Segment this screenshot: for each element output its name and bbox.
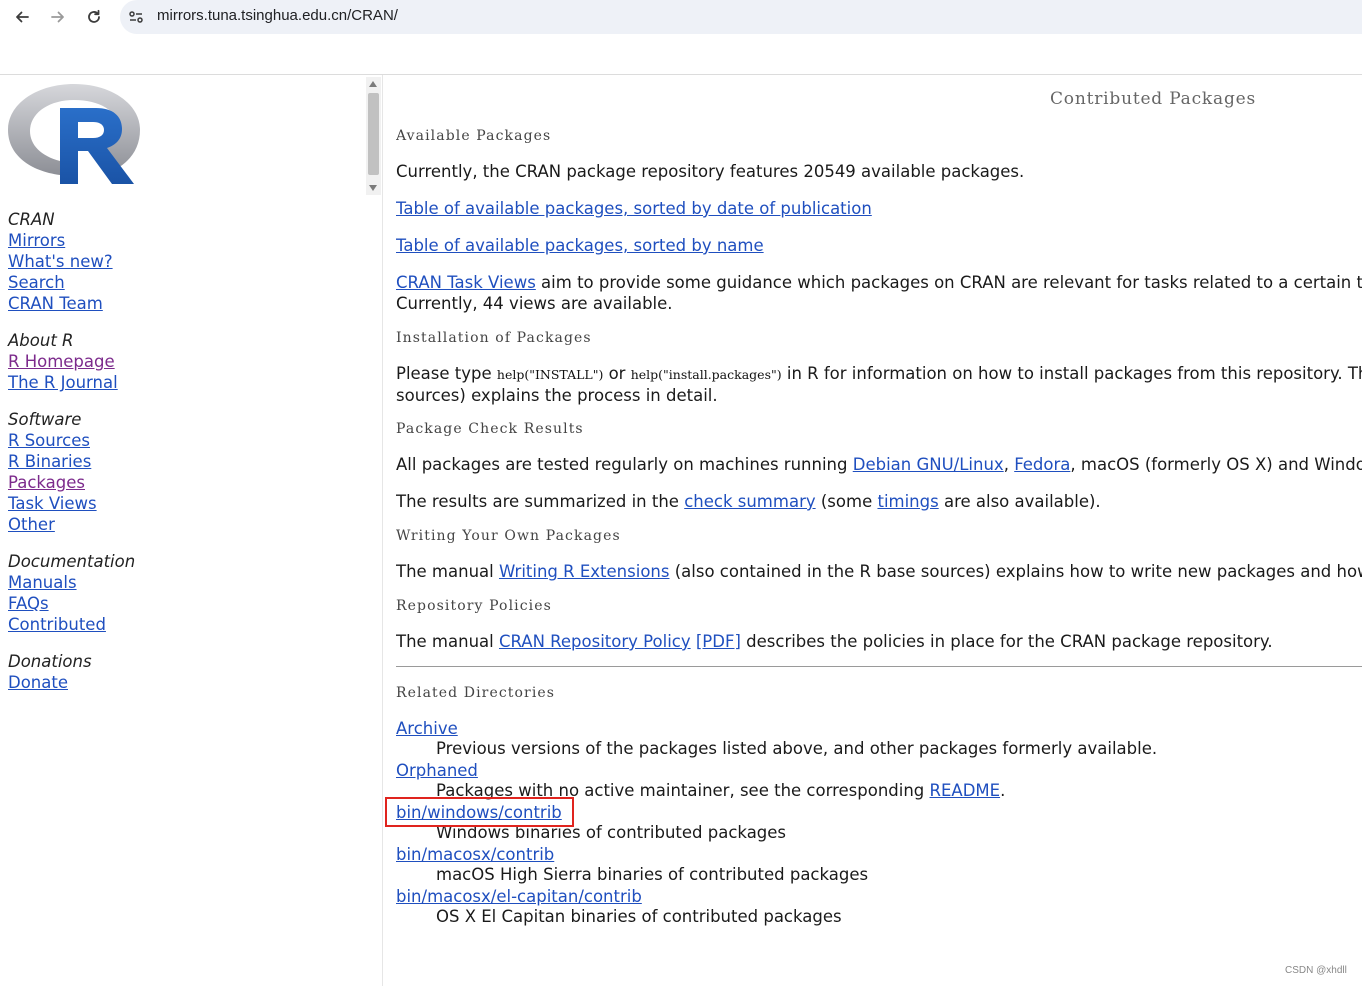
nav-heading-documentation: Documentation [8, 552, 136, 571]
left-frame: CRAN Mirrors What's new? Search CRAN Tea… [0, 75, 383, 986]
check-text-1: All packages are tested regularly on mac… [396, 455, 853, 474]
link-packages-by-name[interactable]: Table of available packages, sorted by n… [396, 236, 764, 255]
check-comma: , [1003, 455, 1015, 474]
install-text-3: in R for information on how to install p… [781, 364, 1362, 383]
nav-link-r-homepage[interactable]: R Homepage [8, 351, 115, 372]
install-text-1: Please type [396, 364, 497, 383]
nav-link-packages[interactable]: Packages [8, 472, 85, 493]
archive-description: Previous versions of the packages listed… [436, 739, 1158, 758]
views-count-text: Currently, 44 views are available. [396, 294, 673, 313]
task-views-text: aim to provide some guidance which packa… [535, 273, 1362, 292]
nav-heading-software: Software [8, 410, 82, 429]
r-logo[interactable] [8, 83, 140, 187]
heading-writing-packages: Writing Your Own Packages [396, 528, 621, 544]
writing-text-2: (also contained in the R base sources) e… [674, 562, 1362, 581]
writing-text-1: The manual [396, 562, 499, 581]
heading-repository-policies: Repository Policies [396, 598, 552, 614]
link-policy-pdf[interactable]: [PDF] [696, 632, 741, 651]
heading-check-results: Package Check Results [396, 421, 584, 437]
package-count-text: Currently, the CRAN package repository f… [396, 162, 1025, 181]
link-readme[interactable]: README [930, 781, 1001, 800]
nav-heading-cran: CRAN [8, 210, 55, 229]
heading-available-packages: Available Packages [396, 128, 552, 144]
scroll-down-icon[interactable] [369, 185, 377, 191]
nav-link-r-sources[interactable]: R Sources [8, 430, 90, 451]
el-capitan-binaries-description: OS X El Capitan binaries of contributed … [436, 907, 842, 926]
link-repository-policy[interactable]: CRAN Repository Policy [499, 632, 691, 651]
nav-heading-donations: Donations [8, 652, 92, 671]
main-content: Contributed Packages Available Packages … [396, 75, 1362, 986]
url-text[interactable]: mirrors.tuna.tsinghua.edu.cn/CRAN/ [157, 7, 398, 24]
link-timings[interactable]: timings [877, 492, 938, 511]
check-summary-paragraph: The results are summarized in the check … [396, 491, 1101, 512]
link-orphaned[interactable]: Orphaned [396, 761, 478, 780]
forward-arrow-icon [51, 11, 64, 23]
code-help-install-packages: help("install.packages") [630, 367, 782, 382]
nav-link-manuals[interactable]: Manuals [8, 572, 77, 593]
page-title: Contributed Packages [1050, 89, 1257, 109]
forward-button[interactable] [45, 4, 71, 30]
link-writing-r-extensions[interactable]: Writing R Extensions [499, 562, 669, 581]
install-text-2: or [603, 364, 631, 383]
writing-paragraph: The manual Writing R Extensions (also co… [396, 561, 1362, 582]
nav-link-r-journal[interactable]: The R Journal [8, 372, 118, 393]
nav-link-r-binaries[interactable]: R Binaries [8, 451, 91, 472]
task-views-paragraph: CRAN Task Views aim to provide some guid… [396, 272, 1362, 314]
link-check-summary[interactable]: check summary [684, 492, 815, 511]
nav-link-whats-new[interactable]: What's new? [8, 251, 113, 272]
browser-toolbar: mirrors.tuna.tsinghua.edu.cn/CRAN/ [0, 0, 1362, 36]
code-help-install: help("INSTALL") [496, 367, 604, 382]
macos-binaries-description: macOS High Sierra binaries of contribute… [436, 865, 869, 884]
annotation-highlight-box [385, 797, 574, 827]
scroll-up-icon[interactable] [369, 81, 377, 87]
back-button[interactable] [9, 4, 35, 30]
link-cran-task-views[interactable]: CRAN Task Views [396, 273, 536, 292]
scrollbar-thumb[interactable] [368, 93, 379, 175]
summary-text-3: are also available). [938, 492, 1101, 511]
horizontal-rule [396, 666, 1362, 667]
nav-link-other[interactable]: Other [8, 514, 55, 535]
back-arrow-icon [16, 11, 29, 23]
heading-installation: Installation of Packages [396, 330, 592, 346]
address-bar[interactable]: mirrors.tuna.tsinghua.edu.cn/CRAN/ [120, 0, 1362, 34]
site-info-icon[interactable] [128, 9, 144, 25]
policies-text-1: The manual [396, 632, 499, 651]
installation-paragraph: Please type help("INSTALL") or help("ins… [396, 363, 1362, 406]
link-bin-macosx-contrib[interactable]: bin/macosx/contrib [396, 845, 554, 864]
nav-link-cran-team[interactable]: CRAN Team [8, 293, 103, 314]
link-fedora[interactable]: Fedora [1014, 455, 1070, 474]
nav-link-donate[interactable]: Donate [8, 672, 68, 693]
reload-icon [88, 9, 100, 23]
nav-link-faqs[interactable]: FAQs [8, 593, 49, 614]
check-text-2: , macOS (formerly OS X) and Windows. [1070, 455, 1362, 474]
heading-related-directories: Related Directories [396, 685, 556, 701]
nav-heading-about-r: About R [8, 331, 74, 350]
watermark: CSDN @xhdll [1285, 965, 1347, 976]
nav-link-search[interactable]: Search [8, 272, 65, 293]
link-archive[interactable]: Archive [396, 719, 458, 738]
link-packages-by-date[interactable]: Table of available packages, sorted by d… [396, 199, 872, 218]
check-platforms-paragraph: All packages are tested regularly on mac… [396, 454, 1362, 475]
nav-link-task-views[interactable]: Task Views [8, 493, 97, 514]
left-frame-scrollbar[interactable] [366, 77, 381, 195]
reload-button[interactable] [81, 4, 107, 30]
summary-text-2: (some [815, 492, 878, 511]
side-navigation: CRAN Mirrors What's new? Search CRAN Tea… [8, 209, 135, 693]
policies-paragraph: The manual CRAN Repository Policy [PDF] … [396, 631, 1273, 652]
summary-text-1: The results are summarized in the [396, 492, 685, 511]
install-text-4: sources) explains the process in detail. [396, 386, 718, 405]
orphaned-period: . [1000, 781, 1006, 800]
frame-divider [382, 75, 383, 986]
nav-link-contributed[interactable]: Contributed [8, 614, 106, 635]
link-debian[interactable]: Debian GNU/Linux [853, 455, 1004, 474]
nav-link-mirrors[interactable]: Mirrors [8, 230, 65, 251]
link-bin-macosx-el-capitan-contrib[interactable]: bin/macosx/el-capitan/contrib [396, 887, 642, 906]
policies-text-2: describes the policies in place for the … [740, 632, 1273, 651]
